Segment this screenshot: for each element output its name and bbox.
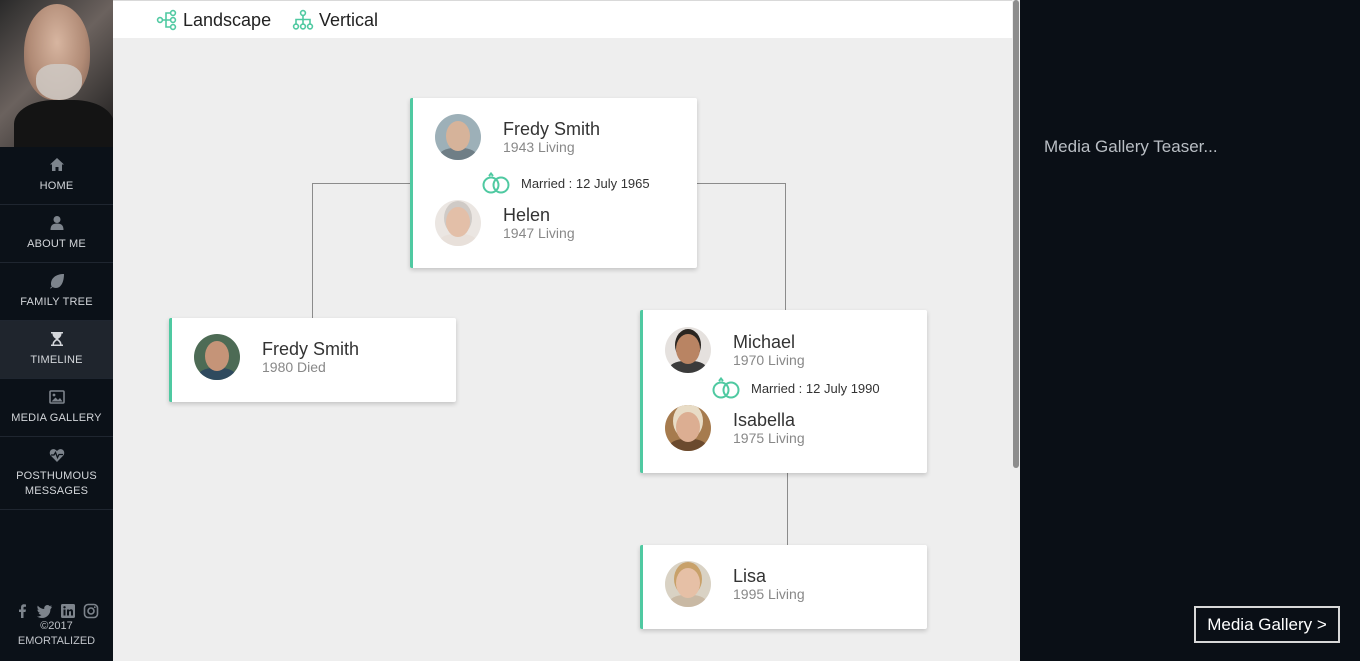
- image-icon: [48, 389, 65, 405]
- person-text: Helen 1947 Living: [503, 205, 575, 241]
- twitter-icon[interactable]: [37, 603, 53, 619]
- marriage-label-1965: Married : 12 July 1965: [475, 172, 656, 194]
- person-card-lisa: Lisa 1995 Living: [640, 545, 927, 629]
- person-text: Fredy Smith 1943 Living: [503, 119, 600, 155]
- person-helen[interactable]: Helen 1947 Living: [435, 200, 575, 246]
- family-tree-canvas: Landscape Vertical Fredy Smith 1943 Livi…: [113, 0, 1020, 661]
- person-fredy-smith-1943[interactable]: Fredy Smith 1943 Living: [435, 114, 600, 160]
- nav-item-posthumous-messages[interactable]: POSTHUMOUS MESSAGES: [0, 437, 113, 510]
- rings-icon: [712, 377, 740, 399]
- nav-label-media-gallery: MEDIA GALLERY: [11, 412, 102, 424]
- avatar-face: [676, 412, 700, 442]
- vertical-label: Vertical: [319, 9, 379, 30]
- person-text: Lisa 1995 Living: [733, 566, 805, 602]
- copyright: ©2017 EMORTALIZED: [0, 619, 113, 649]
- view-toggle-bar: Landscape Vertical: [113, 0, 1012, 38]
- person-name: Isabella: [733, 410, 796, 430]
- social-links: [0, 603, 113, 619]
- linkedin-icon[interactable]: [60, 603, 76, 619]
- landscape-view-button[interactable]: Landscape: [156, 9, 271, 31]
- sidebar-nav: HOME ABOUT ME FAMILY TREE TIMELINE MEDIA…: [0, 147, 113, 510]
- nav-label-about-me: ABOUT ME: [27, 238, 86, 250]
- vertical-tree-icon: [292, 9, 314, 30]
- person-info: 1970 Living: [733, 352, 805, 368]
- connector-child-vertical: [787, 472, 788, 545]
- avatar: [194, 334, 240, 380]
- nav-label-timeline: TIMELINE: [30, 354, 83, 366]
- profile-jacket: [14, 100, 113, 147]
- instagram-icon[interactable]: [83, 603, 99, 619]
- nav-item-timeline[interactable]: TIMELINE: [0, 321, 113, 379]
- vertical-scrollbar[interactable]: [1012, 0, 1020, 661]
- heartbeat-icon: [49, 447, 65, 463]
- vertical-view-button[interactable]: Vertical: [292, 9, 378, 31]
- marriage-date: Married : 12 July 1990: [751, 380, 880, 396]
- media-gallery-panel: Media Gallery Teaser... Media Gallery >: [1020, 0, 1360, 661]
- avatar: [665, 405, 711, 451]
- connector-left-horizontal: [312, 183, 418, 184]
- avatar-face: [205, 341, 229, 371]
- avatar: [435, 114, 481, 160]
- nav-item-about-me[interactable]: ABOUT ME: [0, 205, 113, 263]
- person-text: Michael 1970 Living: [733, 332, 805, 368]
- marriage-label-1990: Married : 12 July 1990: [705, 377, 886, 399]
- sidebar: HOME ABOUT ME FAMILY TREE TIMELINE MEDIA…: [0, 0, 113, 661]
- person-text: Fredy Smith 1980 Died: [262, 339, 359, 375]
- user-icon: [49, 215, 65, 231]
- leaf-icon: [49, 273, 65, 289]
- person-fredy-smith-1980[interactable]: Fredy Smith 1980 Died: [194, 334, 359, 380]
- person-name: Helen: [503, 205, 551, 225]
- avatar: [665, 561, 711, 607]
- avatar-face: [676, 334, 700, 364]
- landscape-tree-icon: [156, 9, 177, 31]
- nav-item-family-tree[interactable]: FAMILY TREE: [0, 263, 113, 321]
- person-info: 1975 Living: [733, 430, 805, 446]
- person-name: Fredy Smith: [262, 339, 360, 359]
- scrollbar-thumb[interactable]: [1013, 0, 1019, 468]
- rings-icon: [482, 172, 510, 194]
- avatar-face: [446, 207, 470, 237]
- person-info: 1943 Living: [503, 139, 575, 155]
- person-info: 1980 Died: [262, 359, 326, 375]
- nav-item-media-gallery[interactable]: MEDIA GALLERY: [0, 379, 113, 437]
- copyright-year: ©2017: [40, 620, 73, 632]
- person-text: Isabella 1975 Living: [733, 410, 805, 446]
- connector-right-vertical: [785, 183, 786, 311]
- avatar: [665, 327, 711, 373]
- nav-label-home: HOME: [39, 180, 74, 192]
- media-gallery-teaser: Media Gallery Teaser...: [1044, 137, 1218, 156]
- person-card-fredy-smith-1980: Fredy Smith 1980 Died: [169, 318, 456, 402]
- copyright-name: EMORTALIZED: [17, 635, 96, 647]
- facebook-icon[interactable]: [14, 603, 30, 619]
- person-isabella[interactable]: Isabella 1975 Living: [665, 405, 805, 451]
- person-name: Lisa: [733, 566, 767, 586]
- home-icon: [49, 157, 65, 173]
- person-info: 1947 Living: [503, 225, 575, 241]
- landscape-label: Landscape: [183, 9, 272, 30]
- person-lisa[interactable]: Lisa 1995 Living: [665, 561, 805, 607]
- person-info: 1995 Living: [733, 586, 805, 602]
- person-name: Fredy Smith: [503, 119, 601, 139]
- nav-label-family-tree: FAMILY TREE: [20, 296, 93, 308]
- hourglass-icon: [49, 331, 65, 347]
- profile-photo[interactable]: [0, 0, 113, 147]
- media-gallery-button[interactable]: Media Gallery >: [1194, 606, 1340, 643]
- person-name: Michael: [733, 332, 796, 352]
- connector-left-vertical: [312, 183, 313, 318]
- profile-beard: [36, 64, 82, 100]
- nav-label-posthumous-messages: POSTHUMOUS MESSAGES: [16, 470, 97, 497]
- avatar-face: [446, 121, 470, 151]
- avatar-face: [676, 568, 700, 598]
- marriage-date: Married : 12 July 1965: [521, 175, 650, 191]
- person-michael[interactable]: Michael 1970 Living: [665, 327, 805, 373]
- nav-item-home[interactable]: HOME: [0, 147, 113, 205]
- avatar: [435, 200, 481, 246]
